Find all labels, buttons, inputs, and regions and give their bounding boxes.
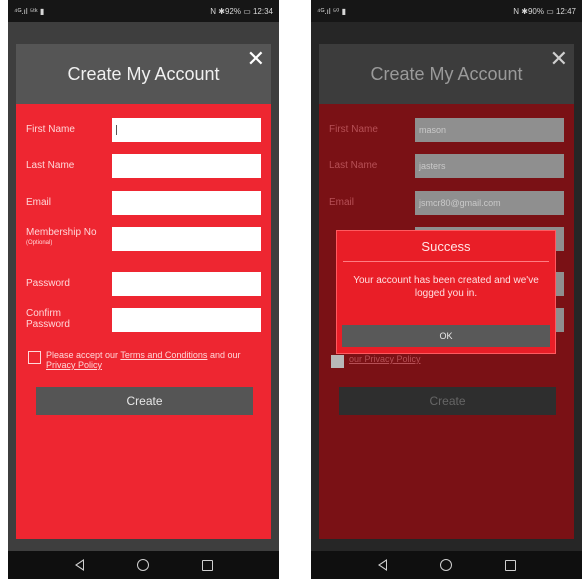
dialog-title: Success (343, 231, 549, 262)
confirm-password-row: Confirm Password (26, 308, 261, 332)
first-name-row: First Name mason (329, 118, 564, 142)
membership-optional-label: (Optional) (26, 240, 53, 246)
nav-bar (8, 551, 279, 579)
create-button: Create (339, 387, 556, 415)
first-name-label: First Name (26, 124, 75, 135)
terms-link[interactable]: Terms and Conditions (120, 350, 207, 360)
last-name-label: Last Name (329, 160, 378, 171)
status-bar: ⁴ᴳ.ıl ⁵ᵗᵏ ▮ N ✱92% ▭ 12:34 (8, 0, 279, 22)
terms-checkbox[interactable] (28, 351, 41, 364)
email-label: Email (329, 197, 355, 208)
password-row: Password (26, 272, 261, 296)
modal-header: Create My Account ✕ (319, 44, 574, 104)
terms-row: Please accept our Terms and Conditions a… (28, 350, 259, 370)
nav-bar (311, 551, 582, 579)
membership-row: Membership No (Optional) (26, 227, 261, 251)
email-input[interactable] (112, 191, 261, 215)
membership-input[interactable] (112, 227, 261, 251)
last-name-input[interactable] (112, 154, 261, 178)
privacy-link: our Privacy Policy (349, 354, 421, 364)
last-name-label: Last Name (26, 160, 75, 171)
ok-button[interactable]: OK (342, 325, 550, 347)
last-name-input: jasters (415, 154, 564, 178)
email-input: jsmcr80@gmail.com (415, 191, 564, 215)
close-icon[interactable]: ✕ (247, 48, 265, 70)
membership-label-text: Membership No (26, 227, 97, 238)
battery-clock-status: N ✱90% ▭ 12:47 (513, 6, 576, 16)
last-name-row: Last Name (26, 154, 261, 178)
email-label: Email (26, 197, 52, 208)
email-row: Email (26, 191, 261, 215)
recent-apps-icon[interactable] (201, 559, 213, 571)
terms-middle: and our (207, 350, 241, 360)
privacy-link[interactable]: Privacy Policy (46, 360, 102, 370)
email-row: Email jsmcr80@gmail.com (329, 191, 564, 215)
membership-label: Membership No (Optional) (26, 227, 112, 249)
phone-left: ⁴ᴳ.ıl ⁵ᵗᵏ ▮ N ✱92% ▭ 12:34 Create My Acc… (8, 0, 279, 579)
signup-form: First Name Last Name Email Membership No… (16, 104, 271, 539)
phone-right: ⁴ᴳ.ıl ⁵⁰ ▮ N ✱90% ▭ 12:47 Create My Acco… (311, 0, 582, 579)
success-dialog: Success Your account has been created an… (336, 230, 556, 354)
last-name-row: Last Name jasters (329, 154, 564, 178)
password-input[interactable] (112, 272, 261, 296)
modal-title: Create My Account (67, 63, 220, 84)
home-icon[interactable] (136, 559, 149, 571)
confirm-password-input[interactable] (112, 308, 261, 332)
first-name-label: First Name (329, 124, 378, 135)
close-icon: ✕ (549, 46, 568, 71)
status-bar: ⁴ᴳ.ıl ⁵⁰ ▮ N ✱90% ▭ 12:47 (311, 0, 582, 22)
back-icon[interactable] (74, 559, 84, 571)
terms-row: our Privacy Policy (331, 354, 562, 368)
terms-prefix: Please accept our (46, 350, 121, 360)
signal-status: ⁴ᴳ.ıl ⁵⁰ ▮ (317, 6, 346, 16)
text-caret (116, 125, 117, 135)
home-icon[interactable] (439, 559, 452, 571)
signal-status: ⁴ᴳ.ıl ⁵ᵗᵏ ▮ (14, 6, 45, 16)
dialog-message: Your account has been created and we've … (353, 275, 539, 299)
modal-header: Create My Account ✕ (16, 44, 271, 104)
first-name-input: mason (415, 118, 564, 142)
first-name-row: First Name (26, 118, 261, 142)
back-icon[interactable] (377, 559, 387, 571)
create-button[interactable]: Create (36, 387, 253, 415)
battery-clock-status: N ✱92% ▭ 12:34 (210, 6, 273, 16)
password-label: Password (26, 278, 70, 289)
recent-apps-icon[interactable] (504, 559, 516, 571)
first-name-input[interactable] (112, 118, 261, 142)
terms-text: Please accept our Terms and Conditions a… (46, 350, 259, 370)
modal-title: Create My Account (370, 63, 523, 84)
terms-checkbox-checked (331, 355, 344, 368)
confirm-password-label: Confirm Password (26, 308, 70, 330)
